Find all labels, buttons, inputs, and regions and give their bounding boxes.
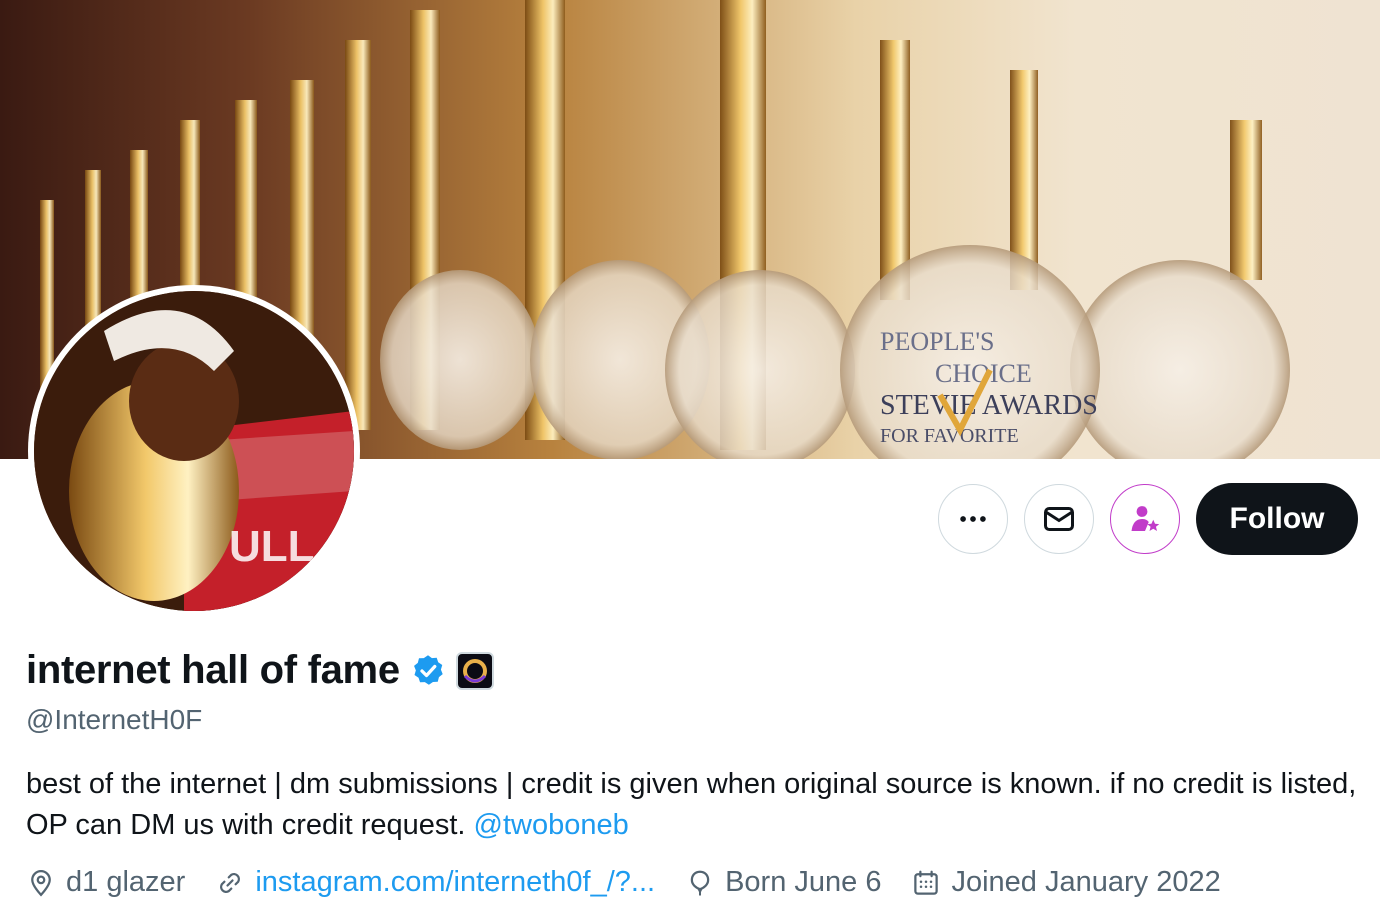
person-star-icon <box>1131 506 1160 531</box>
more-button[interactable] <box>938 484 1008 554</box>
follow-button[interactable]: Follow <box>1196 483 1358 555</box>
joined-text: Joined January 2022 <box>951 866 1221 898</box>
svg-text:STEVIE AWARDS: STEVIE AWARDS <box>880 390 1098 421</box>
profile-actions: Follow <box>938 483 1358 555</box>
link-icon <box>220 872 241 893</box>
verified-badge-icon[interactable] <box>410 653 446 689</box>
subscribe-button[interactable] <box>1110 484 1180 554</box>
display-name: internet hall of fame <box>26 648 400 692</box>
website-link[interactable]: instagram.com/interneth0f_/?... <box>255 866 655 899</box>
affiliate-badge-icon <box>462 658 487 683</box>
more-horizontal-icon <box>960 516 986 522</box>
bio-mention-link[interactable]: @twoboneb <box>474 809 629 841</box>
profile-name-row: internet hall of fame <box>26 648 494 693</box>
meta-website: instagram.com/interneth0f_/?... <box>215 866 655 899</box>
svg-text:ULL: ULL <box>229 522 315 571</box>
meta-location: d1 glazer <box>26 866 185 899</box>
svg-text:FOR FAVORITE: FOR FAVORITE <box>880 425 1019 447</box>
svg-text:PEOPLE'S: PEOPLE'S <box>880 327 995 356</box>
profile-bio: best of the internet | dm submissions | … <box>26 764 1366 846</box>
calendar-icon <box>914 870 939 895</box>
affiliate-badge[interactable] <box>455 651 494 690</box>
envelope-icon <box>1044 507 1074 531</box>
bio-text: best of the internet | dm submissions | … <box>26 768 1357 841</box>
profile-meta: d1 glazer instagram.com/interneth0f_/?..… <box>26 866 1251 899</box>
message-button[interactable] <box>1024 484 1094 554</box>
location-pin-icon <box>31 869 51 897</box>
profile-avatar[interactable]: ULL <box>28 285 360 617</box>
location-text: d1 glazer <box>66 866 186 898</box>
avatar-image: ULL <box>34 291 354 611</box>
profile-handle: @InternetH0F <box>26 704 203 735</box>
meta-joined: Joined January 2022 <box>911 866 1221 899</box>
balloon-icon <box>690 870 710 895</box>
meta-birthday: Born June 6 <box>685 866 881 899</box>
birthday-text: Born June 6 <box>725 866 882 898</box>
